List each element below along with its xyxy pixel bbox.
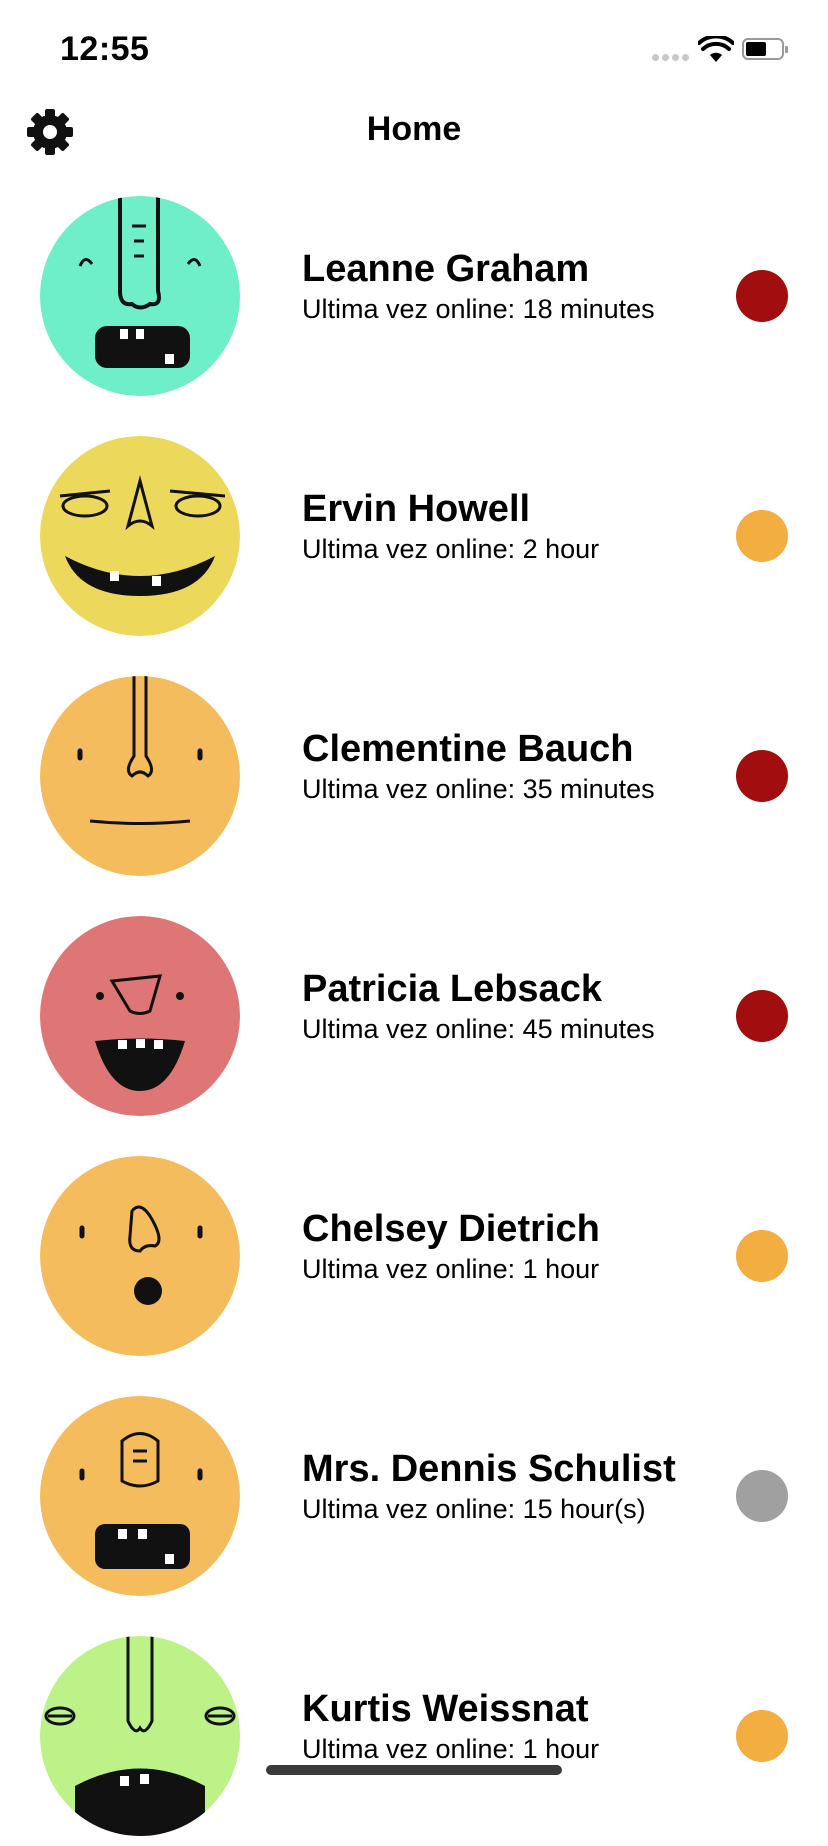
user-name: Chelsey Dietrich <box>302 1208 600 1250</box>
wifi-icon <box>698 36 734 62</box>
user-info: Mrs. Dennis Schulist Ultima vez online: … <box>302 1366 702 1606</box>
list-item[interactable]: Patricia Lebsack Ultima vez online: 45 m… <box>0 886 828 1126</box>
home-indicator[interactable] <box>266 1765 562 1775</box>
user-name: Kurtis Weissnat <box>302 1688 589 1730</box>
user-info: Patricia Lebsack Ultima vez online: 45 m… <box>302 886 702 1126</box>
list-item[interactable]: Mrs. Dennis Schulist Ultima vez online: … <box>0 1366 828 1606</box>
list-item[interactable]: Ervin Howell Ultima vez online: 2 hour <box>0 406 828 646</box>
user-name: Mrs. Dennis Schulist <box>302 1448 676 1490</box>
avatar-background <box>40 1156 240 1356</box>
last-online: Ultima vez online: 1 hour <box>302 1254 600 1284</box>
list-item[interactable]: Kurtis Weissnat Ultima vez online: 1 hou… <box>0 1606 828 1846</box>
avatar-background <box>40 436 240 636</box>
last-online: Ultima vez online: 2 hour <box>302 534 600 564</box>
last-online: Ultima vez online: 35 minutes <box>302 774 655 804</box>
last-online: Ultima vez online: 18 minutes <box>302 294 655 324</box>
page-title: Home <box>366 110 462 148</box>
avatar <box>40 436 240 636</box>
user-name: Ervin Howell <box>302 488 531 530</box>
list-item[interactable]: Chelsey Dietrich Ultima vez online: 1 ho… <box>0 1126 828 1366</box>
user-info: Ervin Howell Ultima vez online: 2 hour <box>302 406 702 646</box>
status-dot <box>736 510 788 562</box>
cellular-signal-icon <box>652 54 689 61</box>
avatar-background <box>40 676 240 876</box>
avatar <box>40 1636 240 1836</box>
status-dot <box>736 1230 788 1282</box>
avatar <box>40 196 240 396</box>
user-name: Leanne Graham <box>302 248 590 290</box>
avatar <box>40 676 240 876</box>
last-online: Ultima vez online: 45 minutes <box>302 1014 655 1044</box>
status-bar: 12:55 <box>0 0 828 100</box>
last-online: Ultima vez online: 15 hour(s) <box>302 1494 646 1524</box>
avatar <box>40 1396 240 1596</box>
last-online: Ultima vez online: 1 hour <box>302 1734 600 1764</box>
status-dot <box>736 1710 788 1762</box>
status-dot <box>736 270 788 322</box>
avatar <box>40 916 240 1116</box>
status-dot <box>736 1470 788 1522</box>
user-info: Kurtis Weissnat Ultima vez online: 1 hou… <box>302 1606 702 1846</box>
avatar <box>40 1156 240 1356</box>
user-info: Clementine Bauch Ultima vez online: 35 m… <box>302 646 702 886</box>
status-dot <box>736 750 788 802</box>
list-item[interactable]: Leanne Graham Ultima vez online: 18 minu… <box>0 166 828 406</box>
status-dot <box>736 990 788 1042</box>
battery-icon <box>742 38 788 60</box>
status-time: 12:55 <box>60 30 150 68</box>
list-item[interactable]: Clementine Bauch Ultima vez online: 35 m… <box>0 646 828 886</box>
user-info: Leanne Graham Ultima vez online: 18 minu… <box>302 166 702 406</box>
user-name: Clementine Bauch <box>302 728 634 770</box>
user-info: Chelsey Dietrich Ultima vez online: 1 ho… <box>302 1126 702 1366</box>
user-name: Patricia Lebsack <box>302 968 602 1010</box>
